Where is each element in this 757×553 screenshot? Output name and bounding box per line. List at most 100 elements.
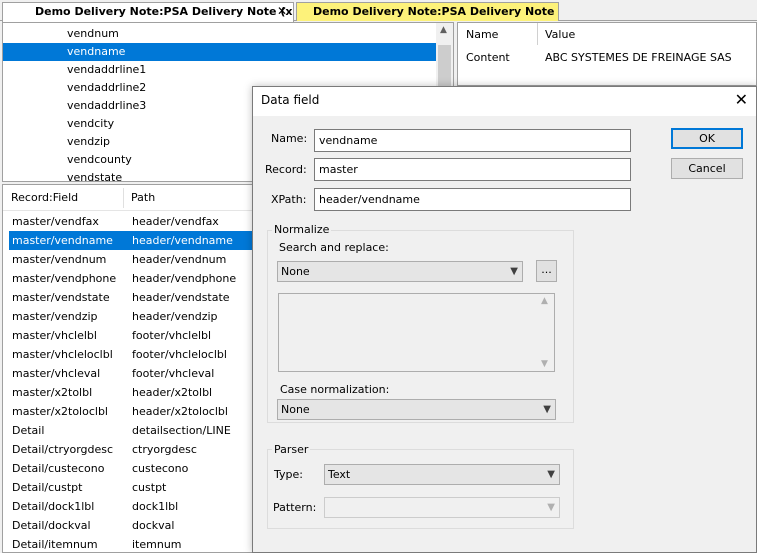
row-path: header/vendfax [132, 215, 219, 228]
tree-item[interactable]: vendnum [3, 25, 436, 43]
table-row[interactable]: Detail/ctryorgdesc ctryorgdesc [9, 440, 253, 459]
memo-scrollbar[interactable]: ▲ ▼ [537, 294, 554, 371]
row-field: Detail/custecono [12, 462, 105, 475]
properties-col-value: Value [545, 28, 576, 41]
chevron-down-icon: ▼ [543, 404, 551, 415]
table-row[interactable]: master/vhcleval footer/vhcleval [9, 364, 253, 383]
name-field[interactable]: vendname [314, 129, 631, 152]
close-icon[interactable]: ✕ [735, 90, 748, 110]
table-row[interactable]: master/x2tolbl header/x2tolbl [9, 383, 253, 402]
row-field: Detail/itemnum [12, 538, 98, 551]
parser-type-value: Text [328, 468, 351, 481]
chevron-down-icon: ▼ [547, 502, 555, 513]
col-record-field[interactable]: Record:Field [11, 185, 78, 211]
row-path: detailsection/LINE [132, 424, 231, 437]
row-field: master/vendfax [12, 215, 99, 228]
table-row[interactable]: Detail/custpt custpt [9, 478, 253, 497]
row-field: master/vendnum [12, 253, 107, 266]
tab-xml-label: Demo Delivery Note:PSA Delivery Note (xm… [35, 5, 294, 18]
search-replace-dropdown[interactable]: None ▼ [277, 261, 523, 282]
row-path: header/x2toloclbl [132, 405, 228, 418]
properties-panel: Name Value Content ABC SYSTEMES DE FREIN… [457, 22, 757, 86]
table-row[interactable]: Detail detailsection/LINE [9, 421, 253, 440]
col-path[interactable]: Path [131, 185, 155, 211]
tree-item-selected[interactable]: vendname [3, 43, 436, 61]
record-field[interactable]: master [314, 158, 631, 181]
parser-group-title: Parser [272, 443, 311, 457]
table-row-selected[interactable]: master/vendname header/vendname [9, 231, 253, 250]
row-field: Detail/dockval [12, 519, 91, 532]
row-path: custpt [132, 481, 167, 494]
xpath-field[interactable]: header/vendname [314, 188, 631, 211]
row-path: custecono [132, 462, 189, 475]
pattern-label: Pattern: [273, 501, 317, 514]
cancel-button[interactable]: Cancel [671, 158, 743, 179]
table-row[interactable]: master/vhcleloclbl footer/vhcleloclbl [9, 345, 253, 364]
search-replace-label: Search and replace: [279, 241, 389, 254]
scroll-up-icon[interactable]: ▲ [440, 25, 447, 35]
row-path: header/vendphone [132, 272, 237, 285]
properties-col-name: Name [466, 28, 499, 41]
row-path: header/vendstate [132, 291, 230, 304]
search-replace-value: None [281, 265, 310, 278]
header-divider [123, 188, 124, 208]
data-field-dialog: Data field ✕ Name: vendname Record: mast… [252, 86, 757, 553]
row-path: dock1lbl [132, 500, 179, 513]
table-row[interactable]: master/vendnum header/vendnum [9, 250, 253, 269]
case-normalization-value: None [281, 403, 310, 416]
scroll-down-icon[interactable]: ▼ [541, 359, 548, 369]
row-path: header/vendnum [132, 253, 227, 266]
dialog-title: Data field [261, 93, 320, 107]
row-path: header/vendzip [132, 310, 218, 323]
tab-form-label: Demo Delivery Note:PSA Delivery Note (fo… [313, 5, 558, 18]
row-field: Detail/ctryorgdesc [12, 443, 114, 456]
table-row[interactable]: master/vhclelbl footer/vhclelbl [9, 326, 253, 345]
table-row[interactable]: Detail/custecono custecono [9, 459, 253, 478]
parser-type-dropdown[interactable]: Text ▼ [324, 464, 560, 485]
case-normalization-dropdown[interactable]: None ▼ [277, 399, 556, 420]
case-normalization-label: Case normalization: [280, 383, 390, 396]
ok-button[interactable]: OK [671, 128, 743, 149]
row-field: master/vendzip [12, 310, 98, 323]
tab-form[interactable]: Demo Delivery Note:PSA Delivery Note (fo… [296, 2, 559, 21]
row-field: Detail [12, 424, 45, 437]
scroll-up-icon[interactable]: ▲ [541, 296, 548, 306]
row-path: ctryorgdesc [132, 443, 197, 456]
pattern-dropdown: ▼ [324, 497, 560, 518]
scroll-thumb[interactable] [438, 45, 451, 89]
table-row[interactable]: Detail/dockval dockval [9, 516, 253, 535]
tab-xml[interactable]: Demo Delivery Note:PSA Delivery Note (xm… [2, 2, 294, 22]
row-path: header/vendname [132, 234, 233, 247]
tree-item[interactable]: vendaddrline1 [3, 61, 436, 79]
row-field: Detail/custpt [12, 481, 83, 494]
row-field: Detail/dock1lbl [12, 500, 95, 513]
dialog-title-bar: Data field ✕ [253, 87, 756, 116]
table-row[interactable]: master/vendphone header/vendphone [9, 269, 253, 288]
chevron-down-icon: ▼ [547, 469, 555, 480]
xpath-label: XPath: [271, 193, 307, 206]
normalize-group-title: Normalize [272, 223, 332, 237]
table-row[interactable]: master/vendzip header/vendzip [9, 307, 253, 326]
row-field: master/vhcleval [12, 367, 101, 380]
type-label: Type: [274, 468, 303, 481]
property-value: ABC SYSTEMES DE FREINAGE SAS [545, 51, 732, 64]
browse-button[interactable]: ... [536, 260, 557, 282]
row-field: master/x2tolbl [12, 386, 93, 399]
property-name: Content [466, 51, 510, 64]
table-row[interactable]: master/vendstate header/vendstate [9, 288, 253, 307]
row-field: master/vendphone [12, 272, 117, 285]
properties-row[interactable]: Content ABC SYSTEMES DE FREINAGE SAS [458, 48, 756, 68]
table-row[interactable]: master/x2toloclbl header/x2toloclbl [9, 402, 253, 421]
row-field: master/x2toloclbl [12, 405, 108, 418]
search-replace-rules-box[interactable]: ▲ ▼ [278, 293, 555, 372]
record-label: Record: [265, 163, 307, 176]
table-row[interactable]: Detail/dock1lbl dock1lbl [9, 497, 253, 516]
row-field: master/vendname [12, 234, 113, 247]
row-field: master/vendstate [12, 291, 110, 304]
name-label: Name: [271, 132, 308, 145]
properties-header: Name Value [458, 25, 756, 45]
table-row[interactable]: master/vendfax header/vendfax [9, 212, 253, 231]
close-tab-icon[interactable]: ✕ [277, 3, 287, 20]
row-path: footer/vhcleloclbl [132, 348, 227, 361]
table-row[interactable]: Detail/itemnum itemnum [9, 535, 253, 552]
